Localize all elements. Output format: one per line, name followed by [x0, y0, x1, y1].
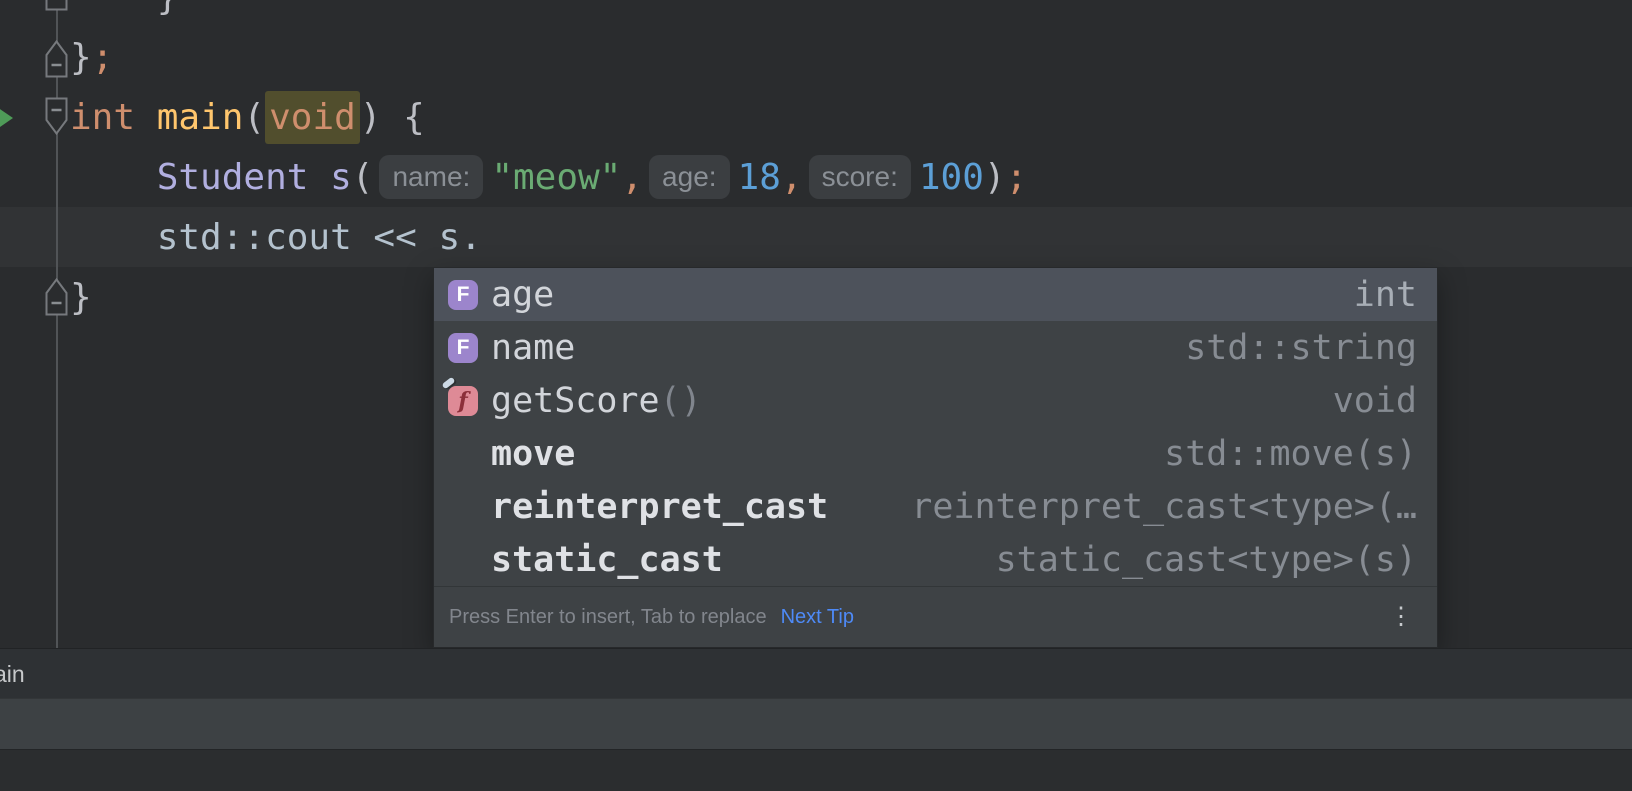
completion-item-move[interactable]: move std::move(s): [434, 427, 1437, 480]
code-token: main: [157, 97, 244, 138]
field-icon: F: [448, 333, 478, 363]
completion-item-label: getScore: [491, 381, 660, 421]
parameter-hint-chip: name:: [379, 155, 483, 199]
completion-item-reinterpret_cast[interactable]: reinterpret_cast reinterpret_cast<type>(…: [434, 480, 1437, 533]
code-token: (: [243, 97, 265, 138]
parameter-hint-chip: age:: [649, 155, 730, 199]
field-icon-glyph: F: [448, 333, 478, 363]
completion-item-suffix: (): [660, 381, 702, 421]
code-token: [70, 157, 157, 198]
code-token: std::cout << s.: [70, 217, 482, 258]
completion-item-age[interactable]: Fage int: [434, 268, 1437, 321]
completion-item-label: move: [491, 434, 575, 474]
code-token: ,: [621, 157, 643, 198]
fold-start-icon[interactable]: [45, 97, 68, 140]
bottom-panel-header: ain: [0, 648, 1632, 698]
code-token: ;: [1006, 157, 1028, 198]
completion-item-getScore[interactable]: f getScore() void: [434, 374, 1437, 427]
bottom-panel-row: [0, 698, 1632, 749]
code-token: ) {: [360, 97, 425, 138]
icon-spacer: [448, 545, 478, 575]
code-line[interactable]: }: [70, 267, 92, 327]
icon-spacer: [448, 492, 478, 522]
code-line[interactable]: int main(void) {: [70, 87, 425, 147]
ide-window: }};int main(void) { Student s(name:"meow…: [0, 0, 1632, 791]
bottom-panel-statusbar: [0, 749, 1632, 791]
code-token: ): [984, 157, 1006, 198]
completion-item-type: static_cast<type>(s): [996, 540, 1417, 580]
code-token: }: [70, 277, 92, 318]
completion-item-type: int: [1354, 275, 1417, 315]
completion-item-label: age: [491, 275, 554, 315]
completion-item-name[interactable]: Fname std::string: [434, 321, 1437, 374]
method-icon-glyph: f: [448, 386, 478, 416]
code-token: ;: [92, 37, 114, 78]
completion-footer: Press Enter to insert, Tab to replace Ne…: [434, 586, 1437, 647]
completion-footer-hint: Press Enter to insert, Tab to replace: [449, 606, 767, 629]
completion-item-label: name: [491, 328, 575, 368]
code-token: }: [70, 0, 178, 18]
code-line[interactable]: Student s(name:"meow",age:18,score:100);: [70, 147, 1027, 207]
completion-item-type: reinterpret_cast<type>(…: [911, 487, 1417, 527]
next-tip-link[interactable]: Next Tip: [781, 606, 854, 629]
code-line[interactable]: }: [70, 0, 178, 27]
completion-popup: FageintFnamestd::stringfgetScore()voidmo…: [433, 267, 1438, 648]
completion-item-label: reinterpret_cast: [491, 487, 828, 527]
completion-item-label: static_cast: [491, 540, 723, 580]
completion-list: FageintFnamestd::stringfgetScore()voidmo…: [434, 268, 1437, 586]
code-token: "meow": [491, 157, 621, 198]
code-line[interactable]: std::cout << s.: [70, 207, 482, 267]
code-token: void: [265, 91, 360, 144]
parameter-hint-chip: score:: [809, 155, 911, 199]
code-token: s: [330, 157, 352, 198]
icon-spacer: [448, 439, 478, 469]
code-token: }: [70, 37, 92, 78]
field-icon-glyph: F: [448, 280, 478, 310]
completion-item-type: std::move(s): [1164, 434, 1417, 474]
code-token: Student: [157, 157, 309, 198]
fold-end-icon[interactable]: [45, 40, 68, 83]
completion-item-type: std::string: [1185, 328, 1417, 368]
code-token: ,: [781, 157, 803, 198]
method-icon: f: [448, 386, 478, 416]
code-line[interactable]: };: [70, 27, 113, 87]
completion-item-static_cast[interactable]: static_cast static_cast<type>(s): [434, 533, 1437, 586]
completion-item-type: void: [1333, 381, 1417, 421]
code-token: int: [70, 97, 157, 138]
field-icon: F: [448, 280, 478, 310]
bottom-panel-tab-label[interactable]: ain: [0, 649, 25, 699]
fold-end-icon[interactable]: [45, 278, 68, 321]
code-token: (: [352, 157, 374, 198]
code-token: 18: [738, 157, 781, 198]
code-token: [308, 157, 330, 198]
run-icon[interactable]: [0, 107, 13, 129]
fold-end-icon[interactable]: [45, 0, 68, 16]
more-options-icon[interactable]: ⋮: [1383, 603, 1419, 631]
code-token: 100: [919, 157, 984, 198]
